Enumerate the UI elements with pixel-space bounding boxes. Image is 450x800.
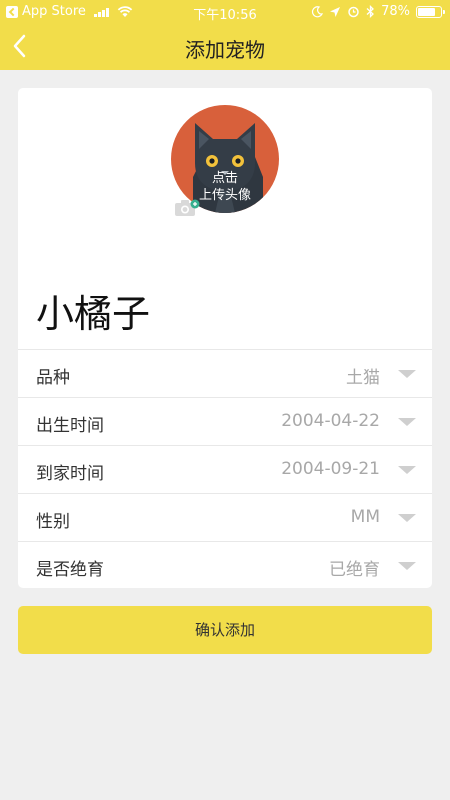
- page-title: 添加宠物: [185, 38, 265, 62]
- field-row-breed[interactable]: 品种 土猫: [18, 349, 432, 397]
- avatar-text-line1: 点击: [211, 171, 238, 186]
- location-arrow-icon: [330, 6, 341, 17]
- avatar-upload[interactable]: 点击 上传头像: [171, 105, 279, 213]
- field-label: 是否绝育: [36, 560, 104, 580]
- field-label: 品种: [36, 368, 70, 388]
- confirm-add-button[interactable]: 确认添加: [18, 606, 432, 654]
- field-row-gender[interactable]: 性别 MM: [18, 493, 432, 541]
- bluetooth-icon: [366, 5, 375, 18]
- field-value[interactable]: 2004-09-21: [281, 459, 380, 479]
- caret-down-icon[interactable]: [398, 466, 416, 474]
- field-label: 性别: [36, 512, 70, 532]
- field-label: 出生时间: [36, 416, 104, 436]
- status-right: 78%: [311, 4, 445, 19]
- field-row-birth-date[interactable]: 出生时间 2004-04-22: [18, 397, 432, 445]
- field-value[interactable]: 土猫: [346, 363, 380, 388]
- field-value[interactable]: MM: [351, 507, 380, 527]
- battery-icon: [416, 5, 445, 18]
- app-header: App Store 下午10:56 78% 添加宠物: [0, 0, 450, 70]
- field-label: 到家时间: [36, 464, 104, 484]
- caret-down-icon[interactable]: [398, 370, 416, 378]
- caret-down-icon[interactable]: [398, 562, 416, 570]
- pet-form-card: 点击 上传头像 小橘子 品种 土猫 出生时间 2004-04-22 到家时间 2…: [18, 88, 432, 588]
- status-bar: App Store 下午10:56 78%: [0, 0, 450, 23]
- field-row-neutered[interactable]: 是否绝育 已绝育: [18, 541, 432, 589]
- caret-down-icon[interactable]: [398, 418, 416, 426]
- caret-down-icon[interactable]: [398, 514, 416, 522]
- field-value[interactable]: 2004-04-22: [281, 411, 380, 431]
- battery-level-fill: [418, 7, 436, 16]
- battery-percent: 78%: [381, 4, 410, 19]
- alarm-icon: [348, 6, 359, 18]
- camera-icon[interactable]: [174, 198, 200, 218]
- pet-name-input[interactable]: 小橘子: [36, 283, 150, 338]
- field-row-home-date[interactable]: 到家时间 2004-09-21: [18, 445, 432, 493]
- moon-icon: [312, 5, 324, 17]
- field-value[interactable]: 已绝育: [329, 555, 380, 580]
